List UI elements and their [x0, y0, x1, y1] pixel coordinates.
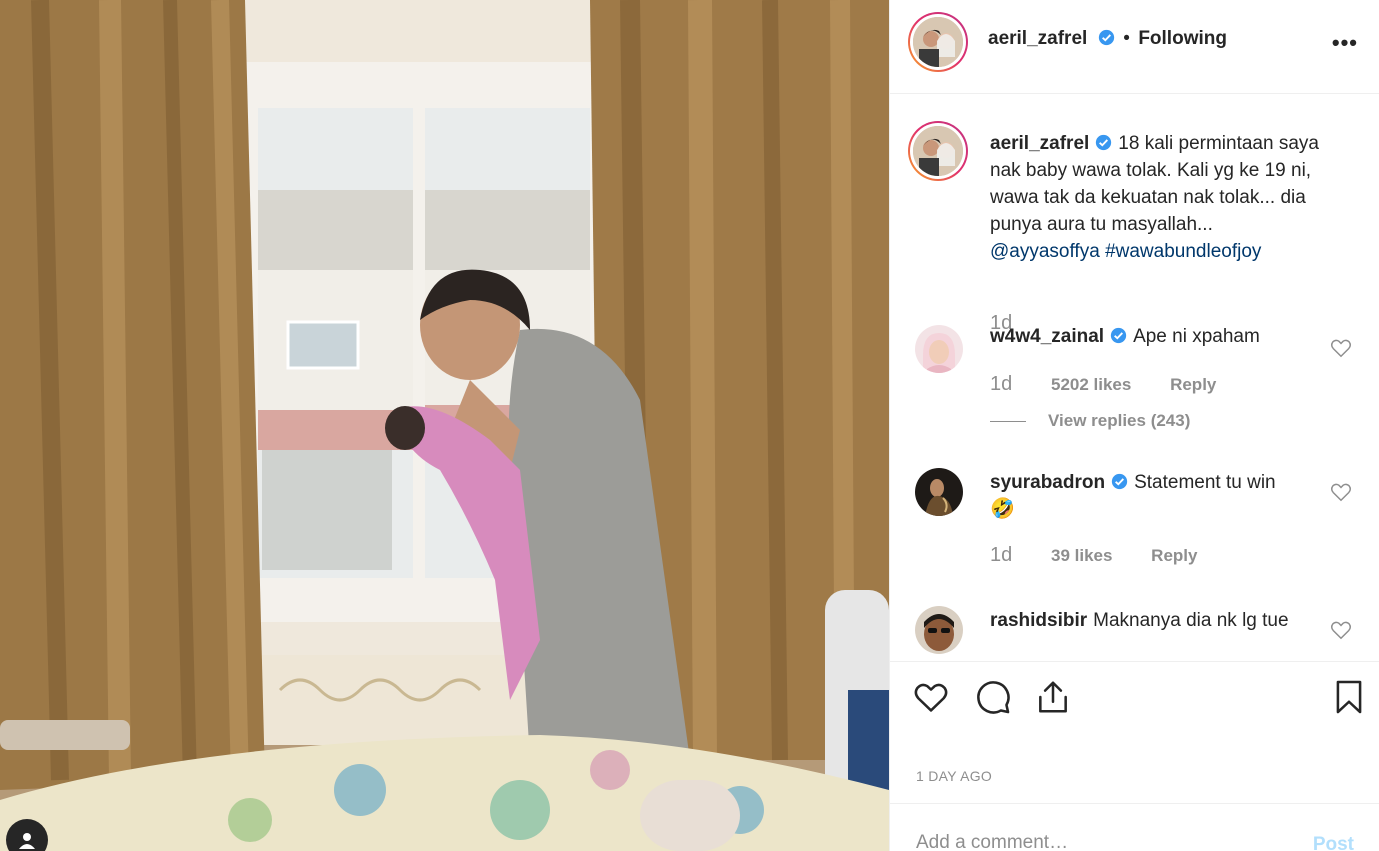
verified-badge-icon [1110, 327, 1127, 344]
instagram-post-view: aeril_zafrel • Following ••• aeril_zafre… [0, 0, 1379, 851]
comment-reply-button[interactable]: Reply [1151, 546, 1197, 565]
share-icon[interactable] [1034, 678, 1072, 716]
comment-text-block: rashidsibir Maknanya dia nk lg tue [990, 607, 1290, 634]
comment-meta: 1d 5202 likes Reply [990, 373, 1250, 396]
caption-text-block: aeril_zafrel 18 kali permintaan saya nak … [990, 130, 1350, 265]
comment-reply-button[interactable]: Reply [1170, 375, 1216, 394]
comment-like-heart-icon[interactable] [1330, 619, 1352, 641]
post-actions-bar [890, 661, 1379, 731]
caption-avatar-image [913, 126, 963, 176]
more-options-icon[interactable]: ••• [1332, 30, 1358, 56]
commenter-username[interactable]: syurabadron [990, 472, 1105, 493]
view-replies-button[interactable]: View replies (243) [990, 411, 1190, 431]
commenter-avatar-image [915, 468, 963, 516]
commenter-avatar-image [915, 325, 963, 373]
caption-username[interactable]: aeril_zafrel [990, 133, 1089, 154]
post-header: aeril_zafrel • Following ••• [890, 0, 1379, 94]
comment-timestamp[interactable]: 1d [990, 544, 1012, 566]
comment-text: Ape ni xpaham [1133, 326, 1260, 347]
commenter-avatar[interactable] [915, 325, 963, 373]
post-photo[interactable] [0, 0, 889, 851]
commenter-username[interactable]: rashidsibir [990, 610, 1087, 631]
post-date[interactable]: 1 DAY AGO [916, 768, 992, 784]
author-avatar[interactable] [908, 12, 968, 72]
comment-text: Maknanya dia nk lg tue [1093, 610, 1289, 631]
comment-bubble-icon[interactable] [974, 678, 1012, 716]
comment-like-heart-icon[interactable] [1330, 481, 1352, 503]
caption-hashtag-link[interactable]: #wawabundleofjoy [1105, 241, 1261, 262]
rofl-emoji: 🤣 [990, 498, 1015, 520]
commenter-username[interactable]: w4w4_zainal [990, 326, 1104, 347]
verified-badge-icon [1096, 134, 1112, 151]
comment-likes-count[interactable]: 39 likes [1051, 546, 1112, 565]
verified-badge-icon [1111, 473, 1128, 490]
comment-timestamp[interactable]: 1d [990, 373, 1012, 395]
comment-text-block: w4w4_zainal Ape ni xpaham [990, 323, 1350, 350]
commenter-avatar-image [915, 606, 963, 654]
caption-avatar[interactable] [908, 121, 968, 181]
save-bookmark-icon[interactable] [1330, 678, 1368, 716]
commenter-avatar[interactable] [915, 468, 963, 516]
header-user-line: aeril_zafrel • Following [988, 28, 1227, 50]
commenter-avatar[interactable] [915, 606, 963, 654]
separator-dot: • [1123, 28, 1130, 49]
post-comment-button[interactable]: Post [1313, 834, 1354, 851]
post-side-panel: aeril_zafrel • Following ••• aeril_zafre… [889, 0, 1379, 851]
add-comment-bar: Post [890, 803, 1379, 851]
following-button[interactable]: Following [1138, 28, 1227, 49]
add-comment-input[interactable] [916, 832, 1276, 851]
comment-likes-count[interactable]: 5202 likes [1051, 375, 1131, 394]
author-avatar-image [913, 17, 963, 67]
caption-mention-link[interactable]: @ayyasoffya [990, 241, 1100, 262]
comment-like-heart-icon[interactable] [1330, 337, 1352, 359]
comment-text: Statement tu win [1134, 472, 1276, 493]
like-heart-icon[interactable] [912, 678, 950, 716]
verified-badge-icon [1098, 29, 1114, 46]
author-username[interactable]: aeril_zafrel [988, 28, 1087, 49]
photo-illustration [0, 0, 889, 851]
comment-meta: 1d 39 likes Reply [990, 544, 1231, 567]
view-replies-label: View replies (243) [1048, 411, 1191, 430]
liked-by-placeholder [916, 731, 921, 748]
comments-list[interactable]: aeril_zafrel 18 kali permintaan saya nak … [890, 95, 1379, 661]
comment-text-block: syurabadron Statement tu win 🤣 [990, 469, 1350, 523]
replies-dash [990, 421, 1026, 423]
